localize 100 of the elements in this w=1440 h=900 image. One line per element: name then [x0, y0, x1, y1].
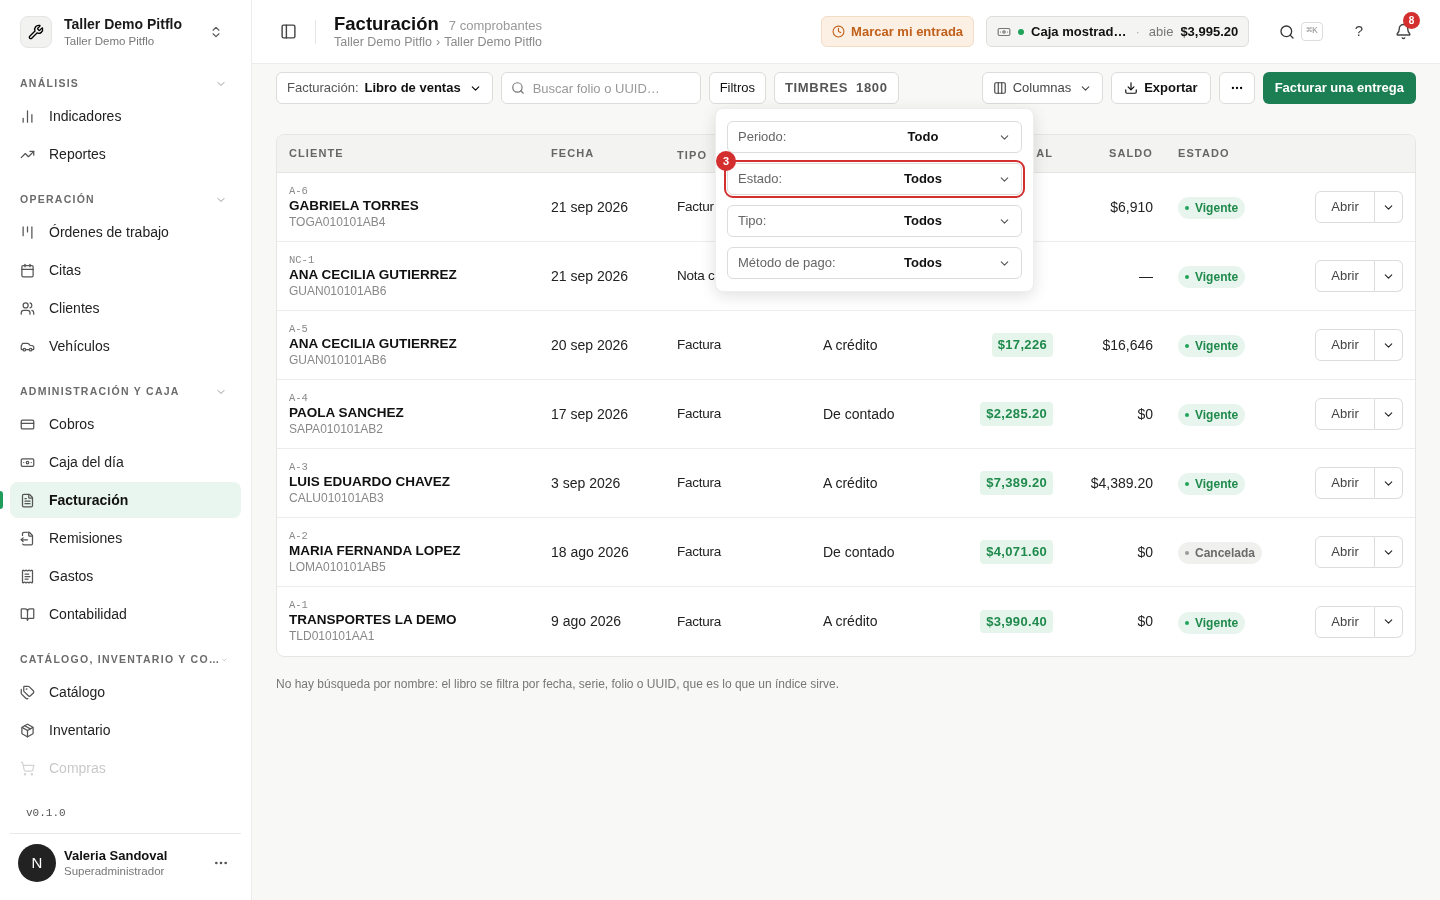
nav-item[interactable]: Indicadores [10, 98, 241, 134]
open-button[interactable]: Abrir [1315, 191, 1375, 223]
create-invoice-button[interactable]: Facturar una entrega [1262, 72, 1416, 104]
date-cell-text: 18 ago 2026 [551, 542, 630, 562]
workspace-name: Taller Demo Pitflo [64, 16, 183, 34]
separator-dot: · [1135, 22, 1140, 41]
open-button[interactable]: Abrir [1315, 398, 1375, 430]
page-title: Facturación [334, 11, 439, 36]
filter-select[interactable]: Periodo: Todo [727, 121, 1022, 153]
record-count: 7 comprobantes [448, 16, 543, 35]
total-amount: $4,071.60 [980, 540, 1053, 564]
kanban-icon [20, 224, 35, 240]
options-dropdown-button[interactable] [1375, 398, 1403, 430]
sidebar-toggle-icon[interactable] [280, 23, 297, 40]
card-icon [20, 416, 35, 432]
user-role: Superadministrador [64, 863, 166, 879]
type-cell: Factur [677, 199, 714, 215]
bell-icon[interactable] [1395, 23, 1412, 40]
export-document-icon [20, 530, 35, 546]
column-header: SALDO [1109, 146, 1153, 162]
footnote: No hay búsqueda por nombre: el libro se filtra por fecha, serie, folio o UUID, que es lo que un índice sirve. [276, 676, 840, 693]
active-indicator [0, 491, 3, 509]
check-in-button[interactable]: Marcar mi entrada [821, 16, 975, 47]
nav-item[interactable]: Cobros [10, 406, 241, 442]
client-name[interactable]: PAOLA SANCHEZ [289, 404, 551, 422]
status-pill: Vigente [1178, 611, 1246, 634]
nav-item[interactable]: Catálogo [10, 674, 241, 710]
nav-item[interactable]: Inventario [10, 712, 241, 748]
open-button[interactable]: Abrir [1315, 329, 1375, 361]
cash-register-chip[interactable]: Caja mostrad… · abie $3,995.20 [986, 16, 1250, 47]
folio: A-2 [289, 529, 309, 543]
folio: A-1 [289, 599, 309, 613]
column-header: TIPO [677, 148, 708, 161]
filter-select[interactable]: Método de pago: Todos [727, 247, 1022, 279]
open-button[interactable]: Abrir [1315, 467, 1375, 499]
breadcrumb-item[interactable]: Taller Demo Pitflo [444, 35, 543, 52]
column-header: CLIENTE [289, 146, 345, 162]
balance-cell-text: $6,910 [1110, 197, 1153, 217]
document-icon [20, 492, 35, 508]
nav-item[interactable]: Remisiones [10, 520, 241, 556]
register-status: abie [1148, 22, 1174, 41]
bar-chart-icon [20, 108, 35, 124]
client-rfc: GUAN010101AB6 [289, 352, 388, 368]
type-cell: Nota c [677, 268, 715, 284]
nav-item[interactable]: Citas [10, 252, 241, 288]
download-icon [1124, 81, 1139, 95]
options-dropdown-button[interactable] [1375, 536, 1403, 568]
section-heading: ADMINISTRACIÓN Y CAJA [20, 384, 180, 400]
method-cell: A crédito [823, 613, 878, 629]
more-button[interactable] [1218, 72, 1255, 104]
status-pill: Vigente [1178, 404, 1246, 426]
client-name[interactable]: ANA CECILIA GUTIERREZ [289, 335, 551, 353]
open-button[interactable]: Abrir [1315, 605, 1375, 638]
options-dropdown-button[interactable] [1375, 260, 1403, 292]
user-avatar[interactable]: N [18, 844, 56, 882]
options-dropdown-button[interactable] [1375, 605, 1403, 638]
client-name[interactable]: GABRIELA TORRES [289, 197, 551, 215]
nav-item[interactable]: Facturación [10, 482, 241, 518]
date-cell-text: 20 sep 2026 [551, 335, 630, 355]
balance-cell-text: — [1139, 266, 1153, 286]
options-dropdown-button[interactable] [1375, 329, 1403, 361]
help-button[interactable]: ? [1354, 20, 1363, 43]
notification-badge: 8 [1403, 12, 1420, 29]
box-icon [20, 722, 35, 738]
search-field[interactable]: Buscar folio o UUID… [500, 72, 701, 104]
nav-item[interactable]: Contabilidad [10, 596, 241, 632]
section-heading: CATÁLOGO, INVENTARIO Y CO… [20, 652, 221, 668]
client-rfc: CALU010101AB3 [289, 490, 385, 506]
export-button[interactable]: Exportar [1111, 72, 1211, 104]
search-icon[interactable] [1279, 23, 1296, 40]
filters-button[interactable]: Filtros [708, 72, 766, 104]
nav-item[interactable]: Reportes [10, 136, 241, 172]
client-name[interactable]: LUIS EDUARDO CHAVEZ [289, 473, 551, 491]
clock-icon [832, 25, 846, 38]
method-cell: De contado [823, 543, 895, 560]
balance-cell-text: $0 [1137, 404, 1153, 424]
columns-button[interactable]: Columnas [981, 72, 1104, 104]
book-icon [20, 606, 35, 622]
nav-item[interactable]: Gastos [10, 558, 241, 594]
breadcrumb-item[interactable]: Taller Demo Pitflo [334, 35, 432, 52]
status-pill: Vigente [1178, 266, 1246, 288]
client-name[interactable]: ANA CECILIA GUTIERREZ [289, 266, 551, 284]
open-button[interactable]: Abrir [1315, 260, 1375, 292]
options-dropdown-button[interactable] [1375, 467, 1403, 499]
nav-item[interactable]: Órdenes de trabajo [10, 214, 241, 250]
filter-select[interactable]: Tipo: Todos [727, 205, 1022, 237]
date-cell-text: 3 sep 2026 [551, 473, 622, 493]
calendar-icon [20, 262, 35, 278]
client-name[interactable]: MARIA FERNANDA LOPEZ [289, 542, 551, 560]
options-dropdown-button[interactable] [1375, 191, 1403, 223]
type-cell: Factura [677, 475, 721, 491]
status-pill: Vigente [1178, 335, 1246, 357]
balance-cell-text: $16,646 [1102, 335, 1153, 355]
total-amount: $2,285.20 [980, 402, 1053, 426]
client-name[interactable]: TRANSPORTES LA DEMO [289, 612, 551, 629]
view-selector[interactable]: Facturación: Libro de ventas [276, 72, 493, 104]
open-button[interactable]: Abrir [1315, 536, 1375, 568]
nav-item[interactable]: Vehículos [10, 328, 241, 364]
nav-item[interactable]: Caja del día [10, 444, 241, 480]
nav-item[interactable]: Clientes [10, 290, 241, 326]
